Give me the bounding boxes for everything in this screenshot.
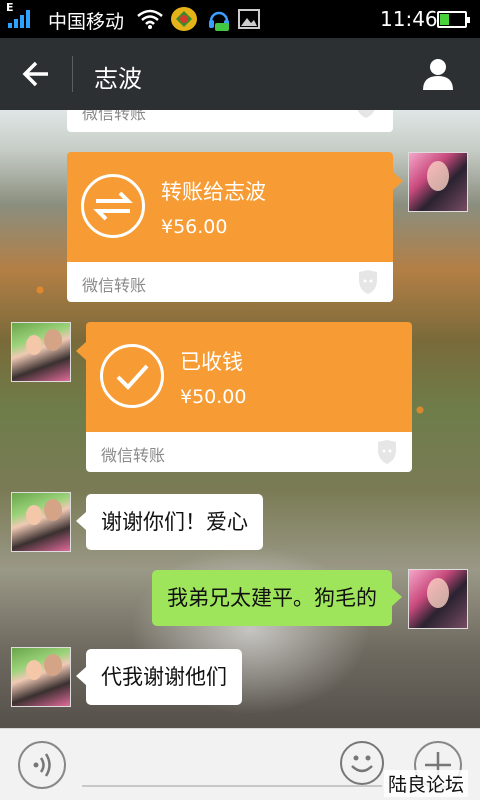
battery-icon — [437, 11, 470, 28]
voice-button[interactable] — [18, 741, 66, 789]
carrier-name: 中国移动 — [48, 11, 125, 33]
status-time: 11:46 — [380, 7, 438, 31]
message-bubble-sent[interactable]: 我弟兄太建平。狗毛的 — [152, 570, 402, 626]
transfer-card-received[interactable]: 已收钱 ¥50.00 微信转账 — [76, 322, 412, 472]
chat-message-list[interactable]: 微信转账 转账给志波 ¥56.00 微信转账 已收钱 ¥50.00 微信转账 谢… — [0, 110, 480, 728]
avatar-self[interactable] — [408, 569, 468, 629]
watermark: 陆良论坛 — [384, 770, 469, 797]
avatar-contact[interactable] — [11, 322, 71, 382]
message-input[interactable] — [82, 785, 382, 787]
profile-button[interactable] — [420, 56, 456, 92]
emoji-button[interactable] — [340, 741, 384, 785]
message-bubble-received[interactable]: 谢谢你们！爱心 — [76, 494, 263, 550]
transfer-title: 转账给志波 — [161, 180, 266, 204]
game-app-icon — [171, 7, 197, 31]
checkmark-icon — [100, 344, 164, 408]
battery-level-fill — [440, 14, 450, 25]
transfer-label: 微信转账 — [82, 110, 147, 123]
chat-notify-icon — [209, 11, 229, 31]
chat-header: 志波 — [0, 38, 480, 110]
wechat-pay-shield-icon — [378, 440, 396, 464]
header-divider — [72, 56, 73, 92]
image-notify-icon — [238, 9, 260, 29]
transfer-amount: ¥50.00 — [180, 386, 247, 408]
person-icon — [423, 59, 453, 90]
signal-icon — [8, 10, 36, 28]
avatar-self[interactable] — [408, 152, 468, 212]
avatar-contact[interactable] — [11, 492, 71, 552]
message-bubble-received[interactable]: 代我谢谢他们 — [76, 649, 242, 705]
wechat-pay-shield-icon — [359, 270, 377, 294]
shield-icon — [357, 110, 375, 118]
transfer-title: 已收钱 — [180, 350, 243, 374]
wifi-icon — [137, 9, 163, 29]
transfer-amount: ¥56.00 — [161, 216, 228, 238]
back-button[interactable] — [14, 56, 58, 92]
voice-icon — [33, 753, 51, 777]
transfer-label: 微信转账 — [82, 276, 147, 295]
status-bar: E 中国移动 11:46 — [0, 0, 480, 38]
transfer-card-sent[interactable]: 转账给志波 ¥56.00 微信转账 — [67, 152, 403, 302]
arrow-left-icon — [22, 61, 48, 87]
transfer-arrows-icon — [81, 174, 145, 238]
transfer-card-partial[interactable]: 微信转账 — [67, 110, 393, 132]
avatar-contact[interactable] — [11, 647, 71, 707]
transfer-label: 微信转账 — [101, 446, 166, 465]
chat-title: 志波 — [94, 65, 142, 93]
smiley-icon — [351, 755, 373, 773]
